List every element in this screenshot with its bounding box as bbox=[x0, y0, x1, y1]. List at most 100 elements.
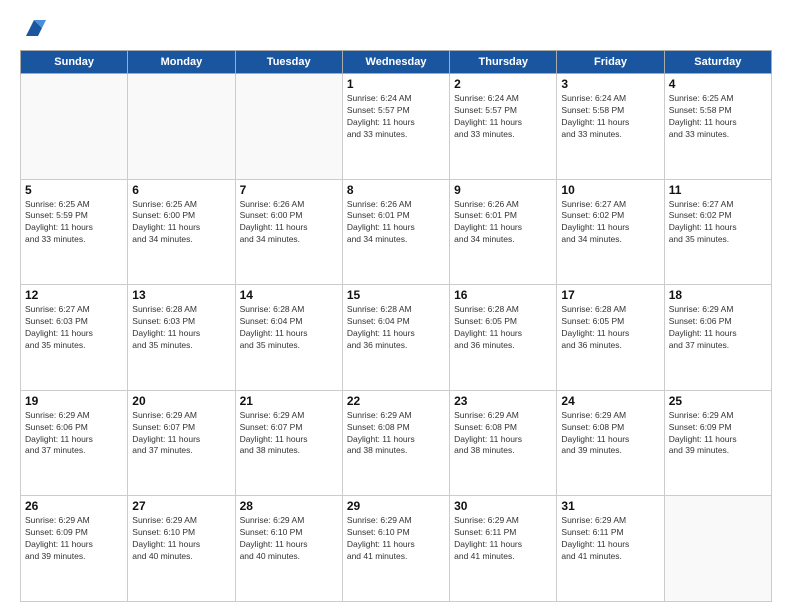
day-info: Sunrise: 6:28 AM Sunset: 6:05 PM Dayligh… bbox=[561, 304, 659, 352]
day-number: 13 bbox=[132, 288, 230, 302]
day-info: Sunrise: 6:26 AM Sunset: 6:00 PM Dayligh… bbox=[240, 199, 338, 247]
day-number: 18 bbox=[669, 288, 767, 302]
day-info: Sunrise: 6:29 AM Sunset: 6:08 PM Dayligh… bbox=[454, 410, 552, 458]
day-cell: 10 Sunrise: 6:27 AM Sunset: 6:02 PM Dayli… bbox=[557, 179, 664, 285]
day-number: 24 bbox=[561, 394, 659, 408]
day-number: 12 bbox=[25, 288, 123, 302]
day-cell: 21 Sunrise: 6:29 AM Sunset: 6:07 PM Dayli… bbox=[235, 390, 342, 496]
day-cell: 15Sunrise: 6:28 AM Sunset: 6:04 PM Dayli… bbox=[342, 285, 449, 391]
page: SundayMondayTuesdayWednesdayThursdayFrid… bbox=[0, 0, 792, 612]
day-info: Sunrise: 6:26 AM Sunset: 6:01 PM Dayligh… bbox=[454, 199, 552, 247]
weekday-monday: Monday bbox=[128, 51, 235, 74]
day-cell: 9 Sunrise: 6:26 AM Sunset: 6:01 PM Daylig… bbox=[450, 179, 557, 285]
day-number: 1 bbox=[347, 77, 445, 91]
header bbox=[20, 16, 772, 40]
day-number: 16 bbox=[454, 288, 552, 302]
day-info: Sunrise: 6:24 AM Sunset: 5:58 PM Dayligh… bbox=[561, 93, 659, 141]
day-cell: 13 Sunrise: 6:28 AM Sunset: 6:03 PM Dayli… bbox=[128, 285, 235, 391]
day-number: 8 bbox=[347, 183, 445, 197]
day-info: Sunrise: 6:29 AM Sunset: 6:10 PM Dayligh… bbox=[240, 515, 338, 563]
day-cell: 26Sunrise: 6:29 AM Sunset: 6:09 PM Dayli… bbox=[21, 496, 128, 602]
day-cell: 11 Sunrise: 6:27 AM Sunset: 6:02 PM Dayli… bbox=[664, 179, 771, 285]
day-info: Sunrise: 6:29 AM Sunset: 6:08 PM Dayligh… bbox=[561, 410, 659, 458]
day-info: Sunrise: 6:29 AM Sunset: 6:09 PM Dayligh… bbox=[669, 410, 767, 458]
day-info: Sunrise: 6:27 AM Sunset: 6:03 PM Dayligh… bbox=[25, 304, 123, 352]
weekday-tuesday: Tuesday bbox=[235, 51, 342, 74]
week-row-3: 12 Sunrise: 6:27 AM Sunset: 6:03 PM Dayli… bbox=[21, 285, 772, 391]
calendar: SundayMondayTuesdayWednesdayThursdayFrid… bbox=[20, 50, 772, 602]
day-info: Sunrise: 6:29 AM Sunset: 6:07 PM Dayligh… bbox=[240, 410, 338, 458]
week-row-5: 26Sunrise: 6:29 AM Sunset: 6:09 PM Dayli… bbox=[21, 496, 772, 602]
day-number: 2 bbox=[454, 77, 552, 91]
day-info: Sunrise: 6:28 AM Sunset: 6:03 PM Dayligh… bbox=[132, 304, 230, 352]
day-cell: 6Sunrise: 6:25 AM Sunset: 6:00 PM Daylig… bbox=[128, 179, 235, 285]
day-cell: 12 Sunrise: 6:27 AM Sunset: 6:03 PM Dayli… bbox=[21, 285, 128, 391]
logo-icon bbox=[22, 16, 46, 40]
day-number: 23 bbox=[454, 394, 552, 408]
day-cell bbox=[664, 496, 771, 602]
day-info: Sunrise: 6:24 AM Sunset: 5:57 PM Dayligh… bbox=[347, 93, 445, 141]
day-info: Sunrise: 6:29 AM Sunset: 6:10 PM Dayligh… bbox=[132, 515, 230, 563]
logo bbox=[20, 16, 46, 40]
day-cell: 28 Sunrise: 6:29 AM Sunset: 6:10 PM Dayli… bbox=[235, 496, 342, 602]
week-row-2: 5 Sunrise: 6:25 AM Sunset: 5:59 PM Daylig… bbox=[21, 179, 772, 285]
day-number: 15 bbox=[347, 288, 445, 302]
weekday-saturday: Saturday bbox=[664, 51, 771, 74]
day-cell: 18Sunrise: 6:29 AM Sunset: 6:06 PM Dayli… bbox=[664, 285, 771, 391]
day-cell bbox=[128, 74, 235, 180]
day-cell: 16 Sunrise: 6:28 AM Sunset: 6:05 PM Dayli… bbox=[450, 285, 557, 391]
day-info: Sunrise: 6:25 AM Sunset: 6:00 PM Dayligh… bbox=[132, 199, 230, 247]
day-number: 22 bbox=[347, 394, 445, 408]
day-cell: 7 Sunrise: 6:26 AM Sunset: 6:00 PM Daylig… bbox=[235, 179, 342, 285]
day-number: 11 bbox=[669, 183, 767, 197]
day-info: Sunrise: 6:26 AM Sunset: 6:01 PM Dayligh… bbox=[347, 199, 445, 247]
day-info: Sunrise: 6:28 AM Sunset: 6:05 PM Dayligh… bbox=[454, 304, 552, 352]
day-cell: 30 Sunrise: 6:29 AM Sunset: 6:11 PM Dayli… bbox=[450, 496, 557, 602]
day-number: 7 bbox=[240, 183, 338, 197]
weekday-sunday: Sunday bbox=[21, 51, 128, 74]
day-info: Sunrise: 6:24 AM Sunset: 5:57 PM Dayligh… bbox=[454, 93, 552, 141]
day-cell: 27Sunrise: 6:29 AM Sunset: 6:10 PM Dayli… bbox=[128, 496, 235, 602]
day-cell: 31Sunrise: 6:29 AM Sunset: 6:11 PM Dayli… bbox=[557, 496, 664, 602]
weekday-thursday: Thursday bbox=[450, 51, 557, 74]
weekday-header-row: SundayMondayTuesdayWednesdayThursdayFrid… bbox=[21, 51, 772, 74]
day-cell: 22 Sunrise: 6:29 AM Sunset: 6:08 PM Dayli… bbox=[342, 390, 449, 496]
day-cell: 14Sunrise: 6:28 AM Sunset: 6:04 PM Dayli… bbox=[235, 285, 342, 391]
day-number: 29 bbox=[347, 499, 445, 513]
week-row-1: 1 Sunrise: 6:24 AM Sunset: 5:57 PM Daylig… bbox=[21, 74, 772, 180]
day-info: Sunrise: 6:29 AM Sunset: 6:06 PM Dayligh… bbox=[25, 410, 123, 458]
day-info: Sunrise: 6:25 AM Sunset: 5:58 PM Dayligh… bbox=[669, 93, 767, 141]
day-cell: 23 Sunrise: 6:29 AM Sunset: 6:08 PM Dayli… bbox=[450, 390, 557, 496]
day-cell: 5 Sunrise: 6:25 AM Sunset: 5:59 PM Daylig… bbox=[21, 179, 128, 285]
day-cell bbox=[21, 74, 128, 180]
day-number: 19 bbox=[25, 394, 123, 408]
day-number: 4 bbox=[669, 77, 767, 91]
day-info: Sunrise: 6:29 AM Sunset: 6:08 PM Dayligh… bbox=[347, 410, 445, 458]
day-number: 3 bbox=[561, 77, 659, 91]
day-number: 17 bbox=[561, 288, 659, 302]
day-number: 21 bbox=[240, 394, 338, 408]
day-number: 5 bbox=[25, 183, 123, 197]
day-number: 28 bbox=[240, 499, 338, 513]
day-info: Sunrise: 6:29 AM Sunset: 6:11 PM Dayligh… bbox=[561, 515, 659, 563]
day-number: 30 bbox=[454, 499, 552, 513]
day-cell: 1 Sunrise: 6:24 AM Sunset: 5:57 PM Daylig… bbox=[342, 74, 449, 180]
day-cell: 29 Sunrise: 6:29 AM Sunset: 6:10 PM Dayli… bbox=[342, 496, 449, 602]
day-info: Sunrise: 6:27 AM Sunset: 6:02 PM Dayligh… bbox=[561, 199, 659, 247]
day-number: 26 bbox=[25, 499, 123, 513]
day-cell: 20Sunrise: 6:29 AM Sunset: 6:07 PM Dayli… bbox=[128, 390, 235, 496]
day-cell: 19 Sunrise: 6:29 AM Sunset: 6:06 PM Dayli… bbox=[21, 390, 128, 496]
day-cell: 25Sunrise: 6:29 AM Sunset: 6:09 PM Dayli… bbox=[664, 390, 771, 496]
day-cell: 24 Sunrise: 6:29 AM Sunset: 6:08 PM Dayli… bbox=[557, 390, 664, 496]
weekday-wednesday: Wednesday bbox=[342, 51, 449, 74]
day-info: Sunrise: 6:27 AM Sunset: 6:02 PM Dayligh… bbox=[669, 199, 767, 247]
day-info: Sunrise: 6:25 AM Sunset: 5:59 PM Dayligh… bbox=[25, 199, 123, 247]
day-number: 20 bbox=[132, 394, 230, 408]
day-number: 14 bbox=[240, 288, 338, 302]
day-number: 10 bbox=[561, 183, 659, 197]
day-cell bbox=[235, 74, 342, 180]
day-number: 9 bbox=[454, 183, 552, 197]
day-info: Sunrise: 6:29 AM Sunset: 6:11 PM Dayligh… bbox=[454, 515, 552, 563]
day-cell: 17 Sunrise: 6:28 AM Sunset: 6:05 PM Dayli… bbox=[557, 285, 664, 391]
day-info: Sunrise: 6:29 AM Sunset: 6:10 PM Dayligh… bbox=[347, 515, 445, 563]
